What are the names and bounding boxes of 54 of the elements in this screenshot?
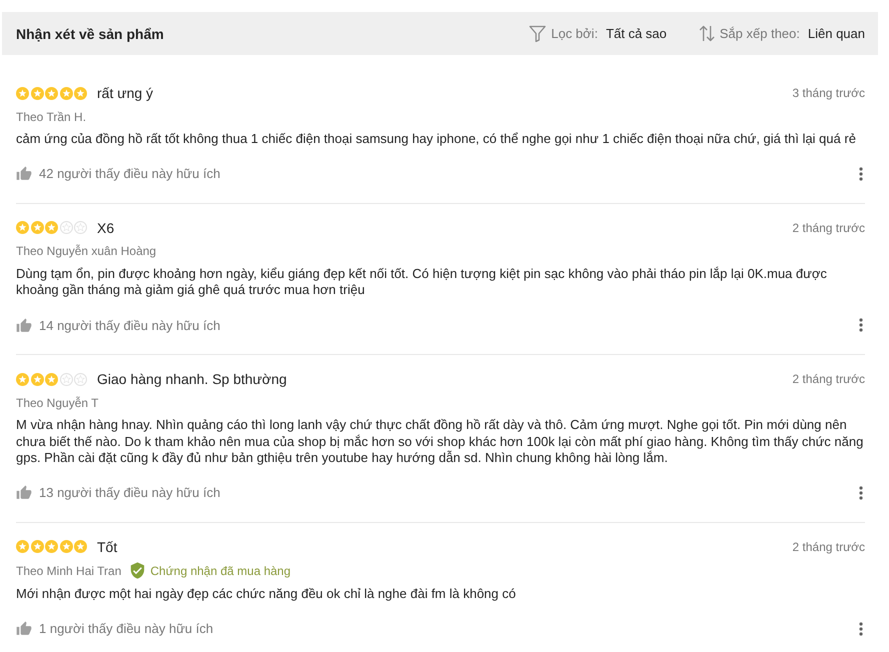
filter-label: Lọc bởi: bbox=[551, 26, 598, 41]
thumbs-up-icon bbox=[16, 485, 32, 500]
more-icon[interactable] bbox=[859, 622, 863, 636]
review-title: X6 bbox=[97, 220, 116, 236]
review-text: Dùng tạm ổn, pin được khoảng hơn ngày, kiểu giáng đẹp kết nối tốt. Có hiện tượng kiệt pin sạc không vào phải tháo pin lắp lại 0K.mua được khoảng gần tháng mà giảm giá ghê quá trước mua hơn triệu bbox=[16, 266, 828, 299]
review-date: 3 tháng trước bbox=[792, 86, 865, 100]
helpful-button[interactable]: 42 người thấy điều này hữu ích bbox=[16, 166, 220, 182]
shield-check-icon bbox=[130, 562, 146, 580]
review-date: 2 tháng trước bbox=[792, 540, 865, 554]
review-text: M vừa nhận hàng hnay. Nhìn quảng cáo thì long lanh vậy chứ thực chất đồng hồ rất dày và thô. Cảm ứng mượt. Nghe gọi tốt. Pin mới dùng nên chưa biết thế nào. Do k tham khảo nên mua của shop bị mắc hơn so với shop khác hơn 100k lại còn mất phí giao hàng. Không tìm thấy chức năng gps. Phần cài đặt cũng k đầy đủ như bản gthiệu trên youtube hay hướng dẫn sd. Nhìn chung không hài lòng lắm. bbox=[16, 417, 864, 466]
review-date: 2 tháng trước bbox=[792, 372, 865, 386]
star-icon bbox=[74, 540, 87, 554]
review-text: Mới nhận được một hai ngày đẹp các chức năng đều ok chỉ là nghe đài fm là không có bbox=[16, 586, 517, 602]
helpful-button[interactable]: 13 người thấy điều này hữu ích bbox=[16, 485, 220, 500]
review-author: Theo Minh Hai Tran bbox=[16, 564, 122, 578]
star-icon bbox=[60, 86, 72, 100]
thumbs-up-icon bbox=[16, 166, 32, 182]
review-title: Giao hàng nhanh. Sp bthường bbox=[97, 371, 288, 388]
star-icon bbox=[30, 86, 44, 100]
star-icon bbox=[16, 540, 29, 554]
verified-purchase-label: Chứng nhận đã mua hàng bbox=[150, 564, 291, 578]
sort-label: Sắp xếp theo: bbox=[720, 26, 800, 41]
filter-icon[interactable] bbox=[529, 25, 546, 42]
star-icon bbox=[16, 86, 29, 100]
review-author: Theo Nguyễn T bbox=[16, 396, 98, 410]
more-icon[interactable] bbox=[859, 318, 863, 332]
helpful-button[interactable]: 1 người thấy điều này hữu ích bbox=[16, 621, 214, 636]
empty-star-icon bbox=[74, 372, 87, 386]
star-icon bbox=[30, 540, 44, 554]
section-title: Nhận xét về sản phẩm bbox=[16, 26, 165, 42]
empty-star-icon bbox=[74, 221, 87, 234]
star-icon bbox=[45, 221, 58, 234]
review-author: Theo Nguyễn xuân Hoàng bbox=[16, 244, 156, 258]
filter-dropdown[interactable]: Tất cả sao bbox=[606, 26, 667, 41]
review-date: 2 tháng trước bbox=[792, 220, 865, 235]
review-author: Theo Trần H. bbox=[16, 110, 86, 124]
review-title: Tốt bbox=[97, 538, 118, 555]
star-icon bbox=[30, 221, 44, 234]
empty-star-icon bbox=[60, 221, 72, 234]
thumbs-up-icon bbox=[16, 318, 32, 333]
star-icon bbox=[74, 86, 87, 100]
helpful-button[interactable]: 14 người thấy điều này hữu ích bbox=[16, 318, 220, 333]
empty-star-icon bbox=[60, 372, 72, 386]
star-icon bbox=[45, 86, 58, 100]
thumbs-up-icon bbox=[16, 621, 32, 636]
star-icon bbox=[45, 540, 58, 554]
review-title: rất ưng ý bbox=[97, 85, 154, 101]
star-icon bbox=[16, 221, 29, 234]
sort-icon[interactable] bbox=[698, 25, 715, 42]
sort-dropdown[interactable]: Liên quan bbox=[808, 26, 865, 41]
review-text: cảm ứng của đồng hồ rất tốt không thua 1 chiếc điện thoại samsung hay iphone, có thể nghe gọi như 1 chiếc điện thoại nữa chứ, giá thì lại quá rẻ bbox=[16, 131, 857, 148]
more-icon[interactable] bbox=[859, 486, 863, 500]
star-icon bbox=[60, 540, 72, 554]
more-icon[interactable] bbox=[859, 166, 863, 181]
